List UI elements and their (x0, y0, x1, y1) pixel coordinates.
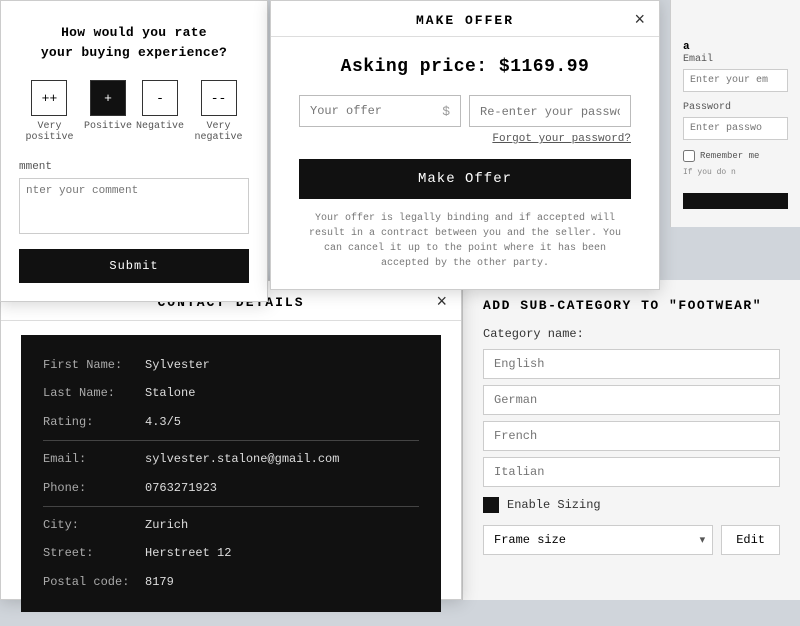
rating-option-negative[interactable]: - Negative (136, 80, 184, 143)
email-val: sylvester.stalone@gmail.com (145, 449, 339, 469)
rate-modal-title: How would you rate your buying experienc… (19, 23, 249, 62)
frame-size-select[interactable]: Frame size (483, 525, 713, 555)
contact-row-street: Street: Herstreet 12 (43, 539, 419, 567)
login-partial-header: a (683, 41, 691, 53)
last-name-val: Stalone (145, 383, 195, 403)
contact-row-email: Email: sylvester.stalone@gmail.com (43, 440, 419, 473)
offer-inputs-row: $ (299, 95, 631, 127)
password-label: Password (683, 102, 788, 113)
make-offer-button[interactable]: Make Offer (299, 159, 631, 199)
remember-me-label: Remember me (700, 151, 759, 161)
login-button[interactable] (683, 193, 788, 209)
make-offer-close-button[interactable]: × (634, 10, 645, 28)
email-key: Email: (43, 449, 133, 469)
german-input[interactable] (483, 385, 780, 415)
forgot-password-link[interactable]: Forgot your password? (299, 133, 631, 145)
login-panel-partial: a Email Password Remember me If you do n (670, 0, 800, 227)
phone-key: Phone: (43, 478, 133, 498)
first-name-key: First Name: (43, 355, 133, 375)
rating-option-very-negative[interactable]: -- Very negative (188, 80, 249, 143)
frame-size-row: Frame size ▾ Edit (483, 525, 780, 555)
postal-key: Postal code: (43, 572, 133, 592)
rating-key: Rating: (43, 412, 133, 432)
positive-label: Positive (84, 121, 132, 132)
frame-size-select-wrap: Frame size ▾ (483, 525, 713, 555)
comment-label: mment (19, 161, 249, 173)
italian-input[interactable] (483, 457, 780, 487)
comment-input[interactable] (19, 178, 249, 234)
contact-row-firstname: First Name: Sylvester (43, 351, 419, 379)
french-input[interactable] (483, 421, 780, 451)
street-key: Street: (43, 543, 133, 563)
make-offer-header: MAKE OFFER × (271, 1, 659, 37)
rating-option-positive[interactable]: + Positive (84, 80, 132, 143)
rating-options-group: ++ Very positive + Positive - Negative -… (19, 80, 249, 143)
rating-option-very-positive[interactable]: ++ Very positive (19, 80, 80, 143)
contact-row-phone: Phone: 0763271923 (43, 474, 419, 502)
street-val: Herstreet 12 (145, 543, 231, 563)
contact-details-modal: CONTACT DETAILS × First Name: Sylvester … (0, 280, 462, 600)
if-you-note: If you do n (683, 168, 788, 178)
make-offer-modal: MAKE OFFER × Asking price: $1169.99 $ Fo… (270, 0, 660, 290)
enable-sizing-row: Enable Sizing (483, 497, 780, 513)
edit-button[interactable]: Edit (721, 525, 780, 555)
very-negative-btn[interactable]: -- (201, 80, 237, 116)
postal-val: 8179 (145, 572, 174, 592)
contact-row-city: City: Zurich (43, 506, 419, 539)
password-wrap (469, 95, 631, 127)
last-name-key: Last Name: (43, 383, 133, 403)
subcategory-title: ADD SUB-CATEGORY TO "FOOTWEAR" (483, 298, 780, 313)
your-offer-wrap: $ (299, 95, 461, 127)
first-name-val: Sylvester (145, 355, 210, 375)
asking-price: Asking price: $1169.99 (299, 57, 631, 77)
enable-sizing-checkbox-indicator (483, 497, 499, 513)
your-offer-input[interactable] (310, 104, 438, 118)
negative-label: Negative (136, 121, 184, 132)
contact-row-rating: Rating: 4.3/5 (43, 408, 419, 436)
contact-card: First Name: Sylvester Last Name: Stalone… (21, 335, 441, 612)
rating-val: 4.3/5 (145, 412, 181, 432)
city-key: City: (43, 515, 133, 535)
very-negative-label: Very negative (188, 121, 249, 143)
english-input[interactable] (483, 349, 780, 379)
remember-me-row: Remember me (683, 150, 788, 162)
make-offer-title: MAKE OFFER (416, 13, 514, 28)
submit-button[interactable]: Submit (19, 249, 249, 283)
enable-sizing-label: Enable Sizing (507, 498, 601, 512)
remember-me-checkbox[interactable] (683, 150, 695, 162)
negative-btn[interactable]: - (142, 80, 178, 116)
category-name-label: Category name: (483, 327, 780, 341)
make-offer-body: Asking price: $1169.99 $ Forgot your pas… (271, 37, 659, 289)
positive-btn[interactable]: + (90, 80, 126, 116)
add-subcategory-modal: ADD SUB-CATEGORY TO "FOOTWEAR" Category … (462, 280, 800, 600)
dollar-sign: $ (442, 104, 450, 119)
email-label: Email (683, 54, 788, 65)
email-input[interactable] (683, 69, 788, 92)
very-positive-label: Very positive (19, 121, 80, 143)
phone-val: 0763271923 (145, 478, 217, 498)
bottom-row: CONTACT DETAILS × First Name: Sylvester … (0, 280, 800, 600)
contact-row-lastname: Last Name: Stalone (43, 379, 419, 407)
comment-section: mment (19, 161, 249, 239)
login-password-input[interactable] (683, 117, 788, 140)
rate-experience-modal: How would you rate your buying experienc… (0, 0, 268, 302)
very-positive-btn[interactable]: ++ (31, 80, 67, 116)
city-val: Zurich (145, 515, 188, 535)
password-input[interactable] (480, 105, 620, 119)
contact-close-button[interactable]: × (436, 292, 447, 310)
offer-legal-text: Your offer is legally binding and if acc… (299, 211, 631, 271)
contact-row-postal: Postal code: 8179 (43, 568, 419, 596)
contact-body: First Name: Sylvester Last Name: Stalone… (1, 321, 461, 626)
